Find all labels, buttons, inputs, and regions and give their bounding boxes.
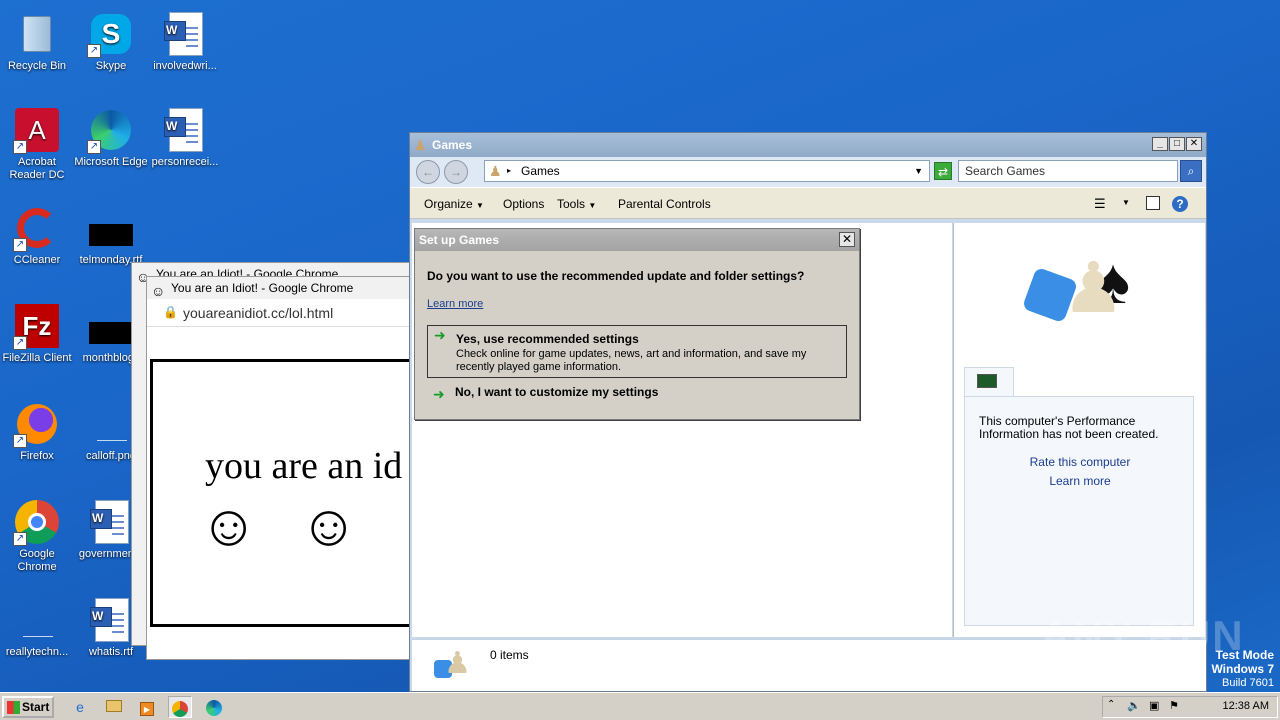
lock-icon: 🔒	[163, 305, 178, 319]
dialog-titlebar[interactable]: Set up Games ✕	[415, 229, 859, 251]
desktop-icon-acrobat[interactable]: A ↗ Acrobat Reader DC	[0, 100, 74, 182]
volume-icon[interactable]: 🔈	[1127, 699, 1141, 712]
internet-explorer-icon[interactable]: e	[68, 696, 92, 718]
chrome-titlebar[interactable]: ☺ You are an Idiot! - Google Chrome	[147, 277, 435, 299]
word-doc-icon: W	[87, 498, 135, 546]
search-input[interactable]: Search Games	[958, 160, 1178, 182]
word-doc-icon: W	[161, 10, 209, 58]
acrobat-icon: A ↗	[13, 106, 61, 154]
url-text[interactable]: youareanidiot.cc/lol.html	[183, 305, 333, 321]
learn-more-link[interactable]: Learn more	[965, 474, 1195, 488]
games-chess-puzzle-icon: ♠ ♟	[1021, 243, 1148, 343]
close-button[interactable]: ✕	[1186, 137, 1202, 151]
item-count: 0 items	[490, 648, 529, 662]
filezilla-icon: Fz ↗	[13, 302, 61, 350]
word-doc-icon: W	[161, 106, 209, 154]
desktop-icon-telmonday[interactable]: telmonday.rtf	[74, 198, 148, 267]
ccleaner-icon: ↗	[13, 204, 61, 252]
tray-expand-icon[interactable]: ⌃	[1107, 699, 1115, 710]
desktop-icon-skype[interactable]: S ↗ Skype	[74, 4, 148, 73]
chevron-down-icon[interactable]: ▼	[1122, 198, 1130, 207]
green-arrow-icon: ➜	[434, 327, 446, 343]
desktop-icon-edge[interactable]: ↗ Microsoft Edge	[74, 100, 148, 169]
smiley-icon: ☺	[299, 493, 359, 558]
dialog-question: Do you want to use the recommended updat…	[427, 269, 805, 283]
clock[interactable]: 12:38 AM	[1223, 700, 1269, 712]
desktop-icon-filezilla[interactable]: Fz ↗ FileZilla Client	[0, 296, 74, 365]
games-pawn-icon: ♟	[489, 163, 502, 179]
breadcrumb-arrow-icon[interactable]: ▸	[507, 161, 511, 181]
help-icon[interactable]: ?	[1172, 196, 1188, 212]
games-titlebar[interactable]: ♟ Games _ □ ✕	[410, 133, 1206, 157]
edge-icon: ↗	[87, 106, 135, 154]
menu-options[interactable]: Options	[503, 197, 544, 211]
maximize-button[interactable]: □	[1169, 137, 1185, 151]
word-doc-icon: W	[87, 596, 135, 644]
network-icon[interactable]: ▣	[1149, 699, 1159, 712]
games-pawn-icon: ♟	[414, 137, 427, 153]
taskbar: Start e ▶ ⌃ 🔈 ▣ ⚑ 12:38 AM	[0, 692, 1280, 720]
desktop-icon-reallytech[interactable]: reallytechn...	[0, 590, 74, 659]
chevron-down-icon[interactable]: ▼	[914, 161, 923, 181]
menu-parental-controls[interactable]: Parental Controls	[618, 197, 711, 211]
desktop-icon-firefox[interactable]: ↗ Firefox	[0, 394, 74, 463]
minimize-button[interactable]: _	[1152, 137, 1168, 151]
customize-settings-option[interactable]: ➜ No, I want to customize my settings	[427, 385, 847, 405]
black-thumbnail-icon	[87, 302, 135, 350]
desktop-icon-chrome[interactable]: ↗ Google Chrome	[0, 492, 74, 574]
page-content: you are an id ☺ ☺	[150, 359, 450, 627]
games-pawn-icon: ♟	[434, 648, 474, 684]
address-box[interactable]: ♟ ▸ Games ▼	[484, 160, 930, 182]
chrome-taskbar-icon[interactable]	[168, 696, 192, 718]
chrome-icon: ↗	[13, 498, 61, 546]
recycle-bin-icon	[13, 10, 61, 58]
preview-pane-icon[interactable]	[1146, 196, 1160, 210]
menu-organize[interactable]: Organize ▼	[424, 197, 484, 211]
rate-this-computer-link[interactable]: Rate this computer	[965, 455, 1195, 469]
image-file-icon	[87, 400, 135, 448]
setup-games-dialog[interactable]: Set up Games ✕ Do you want to use the re…	[414, 228, 860, 420]
command-bar: Organize ▼ Options Tools ▼ Parental Cont…	[410, 187, 1206, 219]
chrome-window[interactable]: ☺ You are an Idiot! - Google Chrome 🔒 yo…	[146, 276, 450, 660]
desktop-icon-personrecei[interactable]: W personrecei...	[148, 100, 222, 169]
system-tray: ⌃ 🔈 ▣ ⚑ 12:38 AM	[1102, 696, 1278, 718]
breadcrumb[interactable]: Games	[521, 164, 560, 178]
blank-file-icon	[13, 596, 61, 644]
idiot-text: you are an id	[205, 445, 403, 487]
dialog-learn-more-link[interactable]: Learn more	[427, 298, 483, 310]
menu-tools[interactable]: Tools ▼	[557, 197, 596, 211]
desktop-icon-involvedwri[interactable]: W involvedwri...	[148, 4, 222, 73]
skype-icon: S ↗	[87, 10, 135, 58]
dialog-close-button[interactable]: ✕	[839, 232, 855, 247]
views-icon[interactable]: ☰	[1094, 196, 1106, 212]
desktop-icon-ccleaner[interactable]: ↗ CCleaner	[0, 198, 74, 267]
black-thumbnail-icon	[87, 204, 135, 252]
media-player-icon[interactable]: ▶	[135, 696, 159, 718]
refresh-icon[interactable]: ⇄	[934, 162, 952, 180]
search-icon[interactable]: ⌕	[1180, 160, 1202, 182]
start-button[interactable]: Start	[2, 696, 54, 718]
edge-taskbar-icon[interactable]	[202, 696, 226, 718]
details-pane: ♠ ♟ This computer's Performance Informat…	[953, 223, 1205, 637]
forward-button[interactable]: →	[444, 160, 468, 184]
back-button[interactable]: ←	[416, 160, 440, 184]
desktop-icon-recycle-bin[interactable]: Recycle Bin	[0, 4, 74, 73]
green-arrow-icon: ➜	[433, 386, 445, 402]
explorer-folder-icon[interactable]	[102, 696, 126, 718]
firefox-icon: ↗	[13, 400, 61, 448]
chrome-address-bar[interactable]: 🔒 youareanidiot.cc/lol.html	[147, 299, 435, 327]
performance-panel: This computer's Performance Information …	[964, 396, 1194, 626]
performance-info-text: This computer's Performance Information …	[979, 414, 1159, 441]
performance-tab[interactable]	[964, 367, 1014, 397]
windows-logo-icon	[7, 701, 20, 714]
address-bar-area: ← → ♟ ▸ Games ▼ ⇄ Search Games ⌕	[410, 157, 1206, 187]
test-mode-watermark: Test Mode Windows 7 Build 7601	[1211, 648, 1274, 689]
smiley-icon: ☺	[199, 493, 259, 558]
performance-icon	[977, 374, 997, 388]
recommended-settings-option[interactable]: ➜ Yes, use recommended settings Check on…	[427, 325, 847, 378]
action-center-flag-icon[interactable]: ⚑	[1169, 699, 1179, 712]
